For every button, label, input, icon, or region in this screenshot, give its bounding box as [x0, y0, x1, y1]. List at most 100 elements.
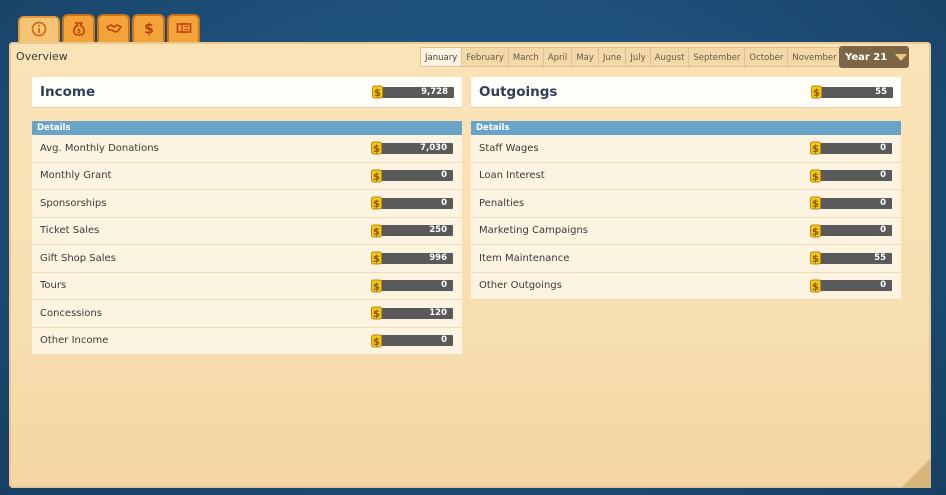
- page-curl: [901, 458, 931, 488]
- coin-icon: $: [811, 85, 823, 99]
- coin-icon: $: [810, 196, 822, 210]
- outgoings-details-header: Details: [471, 121, 901, 135]
- row-value: 250: [381, 225, 453, 237]
- month-tab-october[interactable]: October: [744, 47, 788, 67]
- row-money: $0: [371, 279, 453, 293]
- row-label: Sponsorships: [40, 197, 107, 209]
- row-value: 0: [820, 142, 892, 154]
- tab-money[interactable]: $: [62, 14, 95, 44]
- month-tab-june[interactable]: June: [597, 47, 626, 67]
- month-tab-february[interactable]: February: [461, 47, 508, 67]
- row-money: $0: [810, 169, 892, 183]
- svg-text:$: $: [373, 227, 380, 238]
- year-dropdown[interactable]: Year 21: [839, 46, 909, 68]
- row-money: $250: [371, 224, 453, 238]
- row-label: Tours: [40, 280, 67, 292]
- income-rows: Avg. Monthly Donations $7,030 Monthly Gran…: [32, 135, 462, 355]
- row-money: $0: [371, 334, 453, 348]
- svg-text:$: $: [812, 199, 819, 210]
- row-label: Other Income: [40, 335, 109, 347]
- list-item: Other Outgoings $0: [471, 272, 901, 300]
- coin-icon: $: [810, 141, 822, 155]
- svg-text:$: $: [373, 254, 380, 265]
- list-item: Tours $0: [32, 272, 462, 300]
- coin-icon: $: [371, 251, 383, 265]
- income-column: Income $ 9,728 Details Avg. Monthly Dona…: [32, 77, 462, 355]
- list-item: Sponsorships $0: [32, 190, 462, 218]
- month-tab-april[interactable]: April: [542, 47, 572, 67]
- svg-text:$: $: [812, 282, 819, 293]
- svg-text:$: $: [374, 88, 381, 99]
- income-total-value: 9,728: [382, 86, 454, 98]
- row-money: $7,030: [371, 141, 453, 155]
- month-tab-august[interactable]: August: [649, 47, 689, 67]
- month-tab-march[interactable]: March: [507, 47, 543, 67]
- month-tab-september[interactable]: September: [688, 47, 745, 67]
- row-money: $120: [371, 306, 453, 320]
- row-money: $0: [371, 196, 453, 210]
- list-item: Item Maintenance $55: [471, 245, 901, 273]
- row-label: Avg. Monthly Donations: [40, 142, 159, 154]
- list-item: Gift Shop Sales $996: [32, 245, 462, 273]
- row-value: 0: [820, 197, 892, 209]
- row-value: 0: [381, 197, 453, 209]
- svg-text:$: $: [812, 227, 819, 238]
- tab-finance[interactable]: $: [132, 14, 165, 44]
- svg-text:$: $: [373, 144, 380, 155]
- row-value: 120: [381, 307, 453, 319]
- outgoings-total-value: 55: [821, 86, 893, 98]
- outgoings-total: $ 55: [811, 85, 893, 99]
- list-item: Ticket Sales $250: [32, 217, 462, 245]
- row-label: Monthly Grant: [40, 170, 112, 182]
- outgoings-column: Outgoings $ 55 Details Staff Wages $0 Loan…: [471, 77, 901, 300]
- chevron-down-icon: [895, 53, 908, 61]
- list-item: Concessions $120: [32, 300, 462, 328]
- row-value: 0: [381, 170, 453, 182]
- month-tab-january[interactable]: January: [420, 47, 462, 67]
- income-title: Income: [40, 84, 96, 100]
- row-value: 0: [820, 225, 892, 237]
- tab-sponsors[interactable]: [97, 14, 130, 44]
- svg-text:$: $: [812, 172, 819, 183]
- row-money: $0: [810, 224, 892, 238]
- year-label: Year 21: [845, 51, 888, 63]
- coin-icon: $: [810, 169, 822, 183]
- svg-text:$: $: [373, 172, 380, 183]
- row-label: Loan Interest: [479, 170, 545, 182]
- outgoings-summary: Outgoings $ 55: [471, 77, 901, 107]
- row-value: 0: [820, 280, 892, 292]
- row-money: $0: [810, 279, 892, 293]
- row-label: Other Outgoings: [479, 280, 562, 292]
- month-tabs: January February March April May June Ju…: [420, 47, 842, 67]
- panel-title: Overview: [16, 50, 68, 63]
- tab-tickets[interactable]: [167, 14, 200, 44]
- row-money: $0: [810, 196, 892, 210]
- svg-text:$: $: [373, 337, 380, 348]
- coin-icon: $: [371, 169, 383, 183]
- month-tab-may[interactable]: May: [571, 47, 598, 67]
- coin-icon: $: [371, 224, 383, 238]
- svg-text:$: $: [373, 309, 380, 320]
- coin-icon: $: [371, 196, 383, 210]
- svg-text:$: $: [373, 199, 380, 210]
- row-label: Gift Shop Sales: [40, 252, 116, 264]
- income-details-header: Details: [32, 121, 462, 135]
- svg-text:$: $: [144, 22, 154, 37]
- tab-info[interactable]: [18, 16, 60, 44]
- month-tab-november[interactable]: November: [787, 47, 842, 67]
- money-bag-icon: $: [71, 20, 87, 40]
- svg-text:$: $: [76, 28, 80, 35]
- row-value: 0: [381, 280, 453, 292]
- list-item: Staff Wages $0: [471, 135, 901, 163]
- income-total: $ 9,728: [372, 85, 454, 99]
- coin-icon: $: [810, 279, 822, 293]
- month-tab-july[interactable]: July: [625, 47, 650, 67]
- income-summary: Income $ 9,728: [32, 77, 462, 107]
- row-label: Concessions: [40, 307, 102, 319]
- outgoings-title: Outgoings: [479, 84, 558, 100]
- coin-icon: $: [371, 306, 383, 320]
- coin-icon: $: [810, 251, 822, 265]
- list-item: Penalties $0: [471, 190, 901, 218]
- row-money: $55: [810, 251, 892, 265]
- ticket-icon: [176, 20, 192, 40]
